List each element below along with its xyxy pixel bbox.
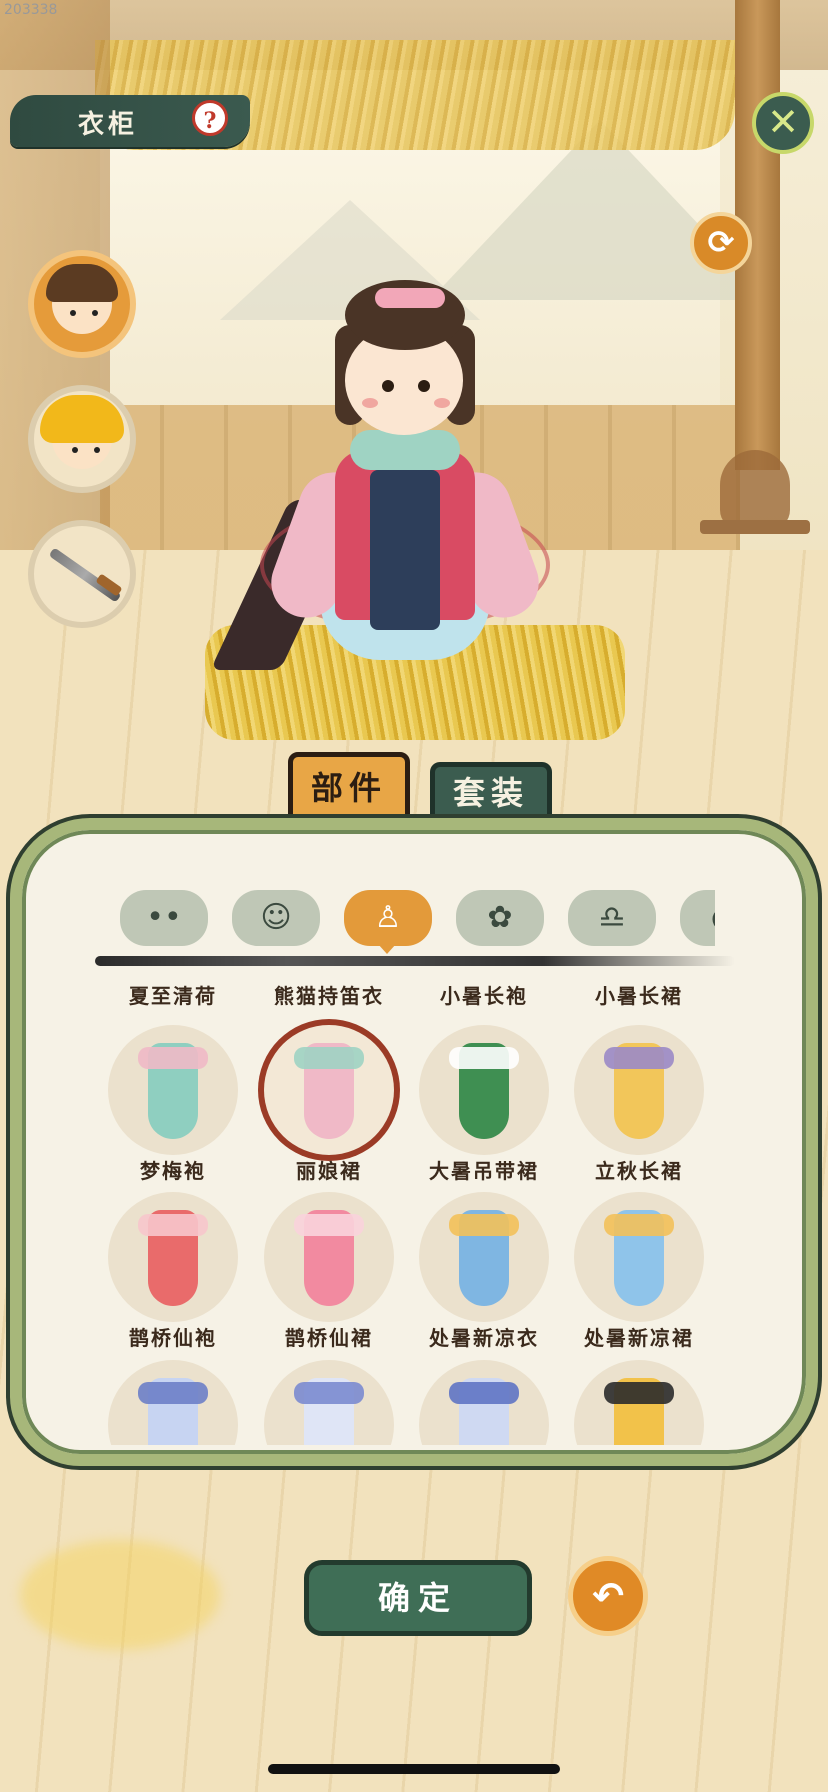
gown-collar	[604, 1382, 674, 1404]
outfit-item[interactable]	[108, 1025, 238, 1155]
character-cheek	[434, 398, 450, 408]
portrait-golden-hair[interactable]	[28, 385, 136, 493]
outfit-label: 大暑吊带裙	[429, 1159, 539, 1183]
active-category-arrow	[378, 944, 396, 954]
outfit-label: 处暑新凉衣	[429, 1326, 539, 1350]
character-cheek	[362, 398, 378, 408]
outfit-item[interactable]	[574, 1360, 704, 1445]
portrait-boy[interactable]	[28, 250, 136, 358]
page-title: 衣柜	[78, 110, 139, 140]
watermark-id: 203338	[4, 2, 58, 18]
undo-button[interactable]: ↶	[568, 1556, 648, 1636]
question-icon[interactable]: ?	[192, 100, 228, 136]
gown-collar	[449, 1047, 519, 1069]
outfit-item[interactable]	[574, 1192, 704, 1322]
tab-sets[interactable]: 套装	[430, 762, 552, 822]
outfit-label: 立秋长裙	[595, 1159, 683, 1183]
outfit-item[interactable]	[574, 1025, 704, 1155]
outfit-label: 小暑长裙	[595, 984, 683, 1008]
outfit-item[interactable]	[264, 1192, 394, 1322]
outfit-item[interactable]	[264, 1360, 394, 1445]
portrait-sword[interactable]	[28, 520, 136, 628]
close-button[interactable]: ✕	[752, 92, 814, 154]
face-icon[interactable]: ••	[120, 890, 208, 946]
outfit-item-selected[interactable]	[264, 1025, 394, 1155]
brush-divider	[95, 956, 735, 966]
outfit-label: 夏至清荷	[129, 984, 217, 1008]
gown-collar	[604, 1047, 674, 1069]
outfit-label: 鹊桥仙袍	[129, 1326, 217, 1350]
paint-splash	[20, 1540, 220, 1650]
outfit-label: 处暑新凉裙	[584, 1326, 694, 1350]
character-preview	[210, 270, 560, 710]
outfit-item[interactable]	[419, 1360, 549, 1445]
gown-collar	[138, 1382, 208, 1404]
golden-hair	[40, 395, 124, 443]
gown-collar	[294, 1214, 364, 1236]
cloak-icon[interactable]: ♎	[568, 890, 656, 946]
hair-icon[interactable]: ☺	[232, 890, 320, 946]
category-row[interactable]: •• ☺ ♙ ✿ ♎ ◐	[120, 890, 715, 950]
tab-parts[interactable]: 部件	[288, 752, 410, 822]
eye	[94, 447, 100, 453]
outfit-item[interactable]	[419, 1192, 549, 1322]
outfit-label: 熊猫持笛衣	[274, 984, 384, 1008]
home-indicator	[268, 1764, 560, 1774]
eye	[92, 310, 98, 316]
boy-hair	[46, 264, 118, 302]
gown-collar	[294, 1382, 364, 1404]
outfit-label: 梦梅袍	[140, 1159, 206, 1183]
background-stool	[700, 520, 810, 534]
gown-collar	[138, 1214, 208, 1236]
character-collar	[350, 430, 460, 470]
character-eye	[418, 380, 430, 392]
gown-collar	[294, 1047, 364, 1069]
character-hairpin	[375, 288, 445, 308]
character-sash	[370, 470, 440, 630]
clothing-icon[interactable]: ♙	[344, 890, 432, 946]
eye	[72, 447, 78, 453]
undo-icon: ↶	[592, 1574, 624, 1618]
gown-collar	[449, 1382, 519, 1404]
outfit-label: 丽娘裙	[296, 1159, 362, 1183]
outfit-item[interactable]	[419, 1025, 549, 1155]
refresh-button[interactable]: ⟳	[690, 212, 752, 274]
character-eye	[382, 380, 394, 392]
clothing-glyph: ♙	[374, 900, 402, 935]
outfit-item[interactable]	[108, 1192, 238, 1322]
outfit-grid[interactable]: 夏至清荷 熊猫持笛衣 小暑长袍 小暑长裙 梦梅袍 丽娘裙 大暑吊带裙 立秋长裙 …	[108, 980, 720, 1445]
refresh-icon: ⟳	[707, 223, 735, 261]
confirm-button[interactable]: 确定	[304, 1560, 532, 1636]
background-pot	[720, 450, 790, 530]
gown-collar	[604, 1214, 674, 1236]
eye	[70, 310, 76, 316]
flower-icon[interactable]: ✿	[456, 890, 544, 946]
outfit-item[interactable]	[108, 1360, 238, 1445]
outfit-label: 小暑长袍	[440, 984, 528, 1008]
close-x-icon: ✕	[767, 100, 799, 144]
gown-collar	[449, 1214, 519, 1236]
more-icon[interactable]: ◐	[680, 890, 715, 946]
gown-collar	[138, 1047, 208, 1069]
outfit-label: 鹊桥仙裙	[285, 1326, 373, 1350]
sword-icon	[48, 547, 122, 603]
